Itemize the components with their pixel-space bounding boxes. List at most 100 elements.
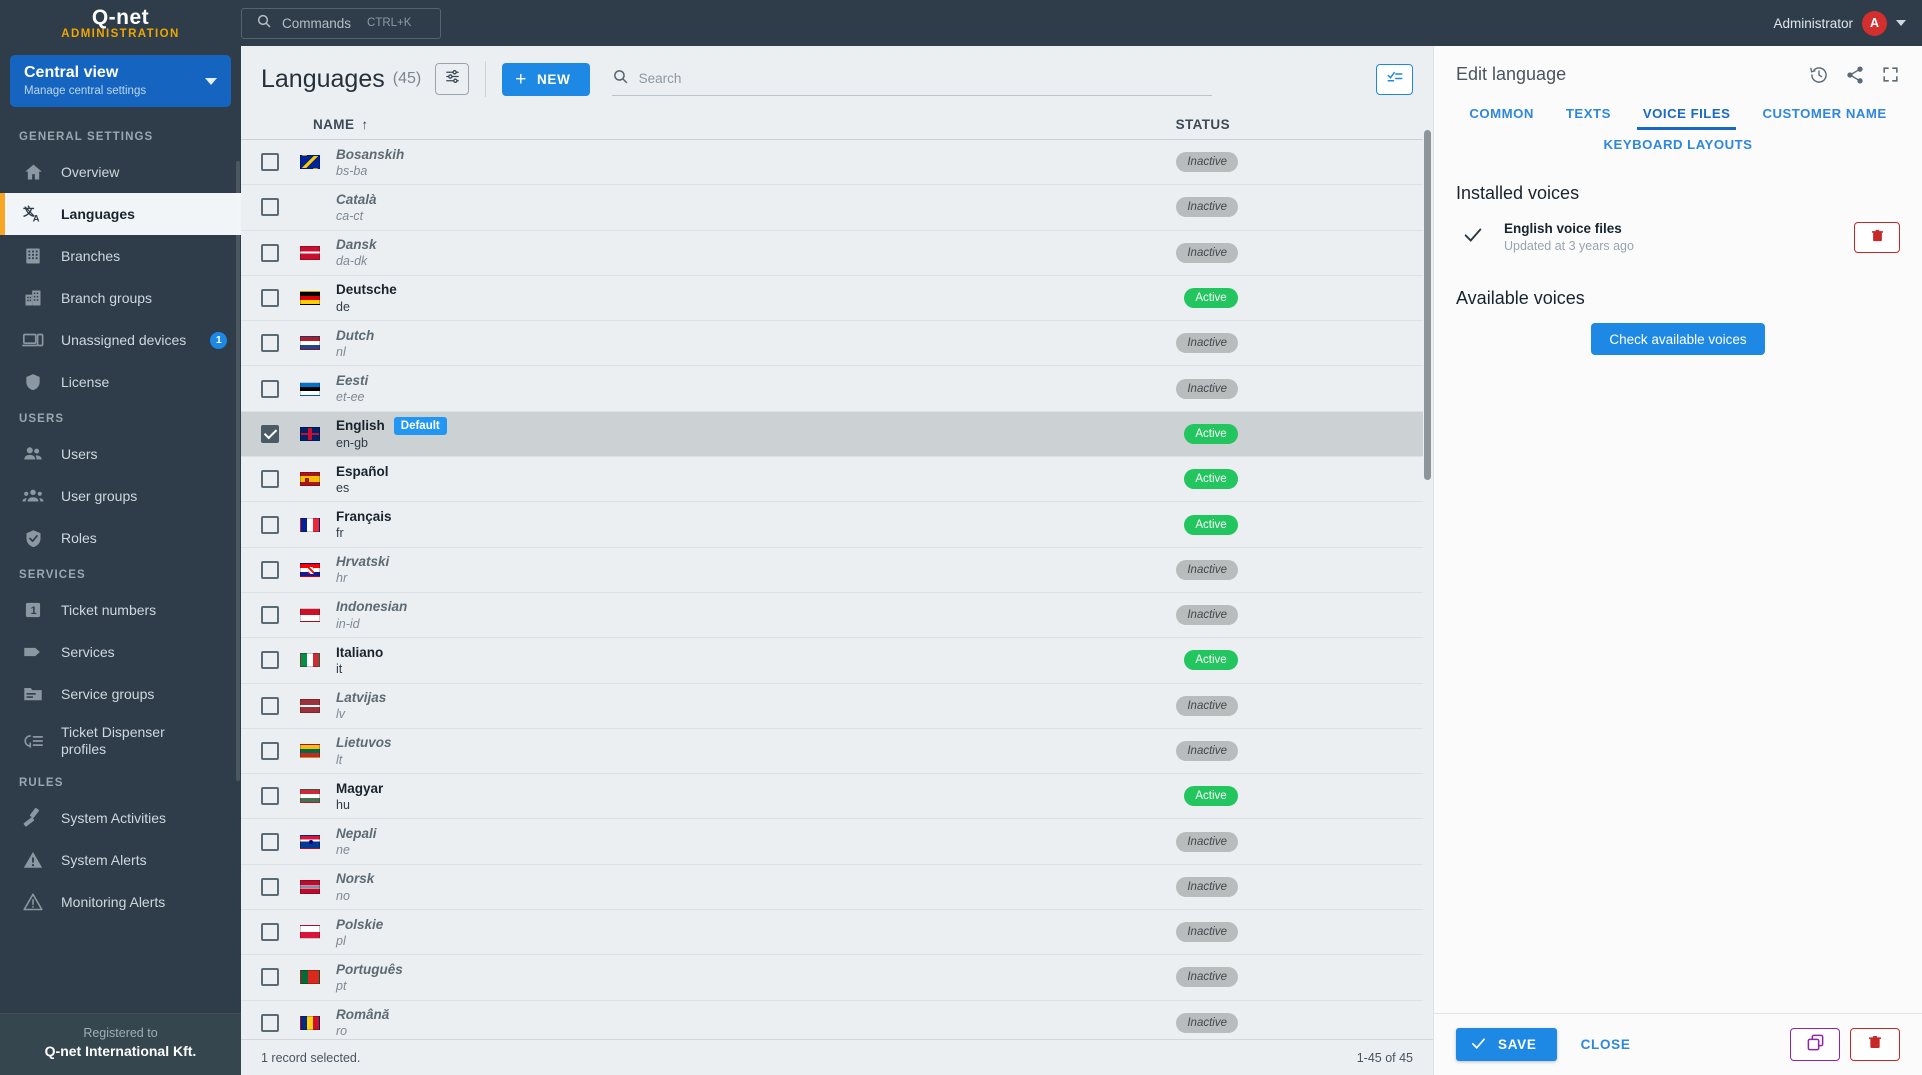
sidebar-item-services[interactable]: Services bbox=[0, 631, 241, 673]
row-checkbox[interactable] bbox=[261, 606, 279, 625]
search-input[interactable] bbox=[638, 71, 1212, 86]
row-checkbox[interactable] bbox=[261, 334, 279, 353]
table-row[interactable]: Latvijas lv Inactive bbox=[241, 684, 1423, 729]
row-checkbox[interactable] bbox=[261, 379, 279, 398]
flag-icon bbox=[300, 789, 320, 804]
row-checkbox[interactable] bbox=[261, 153, 279, 172]
sidebar-item-unassigned-devices[interactable]: Unassigned devices 1 bbox=[0, 319, 241, 361]
check-available-voices-button[interactable]: Check available voices bbox=[1591, 323, 1765, 356]
status-bar: 1 record selected. 1-45 of 45 bbox=[241, 1039, 1433, 1075]
user-menu[interactable]: Administrator A bbox=[1773, 10, 1922, 36]
delete-voice-button[interactable] bbox=[1854, 222, 1900, 254]
close-button[interactable]: CLOSE bbox=[1563, 1037, 1649, 1052]
panel-body: Installed voices English voice files Upd… bbox=[1434, 161, 1922, 1013]
sidebar-item-ticket-dispenser-profiles[interactable]: Ticket Dispenser profiles bbox=[0, 715, 241, 767]
table-row[interactable]: Polskie pl Inactive bbox=[241, 910, 1423, 956]
table-row[interactable]: Deutsche de Active bbox=[241, 276, 1423, 322]
row-checkbox[interactable] bbox=[261, 424, 279, 443]
table-row[interactable]: Dansk da-dk Inactive bbox=[241, 231, 1423, 276]
table-row[interactable]: Nepali ne Inactive bbox=[241, 819, 1423, 865]
row-checkbox[interactable] bbox=[261, 198, 279, 217]
table-row[interactable]: Bosanskih bs-ba Inactive bbox=[241, 140, 1423, 186]
status-cell: Active bbox=[1184, 288, 1238, 309]
row-checkbox[interactable] bbox=[261, 832, 279, 851]
table-row[interactable]: Italiano it Active bbox=[241, 638, 1423, 684]
brand-logo-text: Q-net bbox=[91, 6, 150, 30]
row-checkbox[interactable] bbox=[261, 968, 279, 987]
panel-footer: SAVE CLOSE bbox=[1434, 1013, 1922, 1075]
share-icon[interactable] bbox=[1845, 65, 1865, 85]
edit-language-panel: Edit language COMMON TEXTS VOICE FILES C… bbox=[1433, 46, 1922, 1075]
tab-common[interactable]: COMMON bbox=[1453, 99, 1550, 130]
language-name: Română bbox=[336, 1007, 390, 1023]
sidebar-item-system-activities[interactable]: System Activities bbox=[0, 797, 241, 839]
tab-voice-files[interactable]: VOICE FILES bbox=[1627, 99, 1747, 130]
duplicate-button[interactable] bbox=[1790, 1028, 1840, 1061]
status-cell: Active bbox=[1184, 423, 1238, 444]
tab-customer-name[interactable]: CUSTOMER NAME bbox=[1746, 99, 1902, 130]
sidebar-item-user-groups[interactable]: User groups bbox=[0, 475, 241, 517]
table-row[interactable]: Português pt Inactive bbox=[241, 955, 1423, 1001]
table-row[interactable]: Français fr Active bbox=[241, 502, 1423, 548]
trash-icon bbox=[1867, 1033, 1883, 1056]
checklist-icon bbox=[1385, 68, 1405, 91]
row-checkbox[interactable] bbox=[261, 696, 279, 715]
table-scrollbar-thumb[interactable] bbox=[1424, 130, 1431, 480]
row-checkbox[interactable] bbox=[261, 515, 279, 534]
sidebar-item-system-alerts[interactable]: System Alerts bbox=[0, 839, 241, 881]
table-row[interactable]: Norsk no Inactive bbox=[241, 865, 1423, 911]
sidebar-item-roles[interactable]: Roles bbox=[0, 517, 241, 559]
status-badge: Inactive bbox=[1176, 876, 1238, 897]
table-row[interactable]: Eesti et-ee Inactive bbox=[241, 366, 1423, 412]
table-row[interactable]: Català ca-ct Inactive bbox=[241, 185, 1423, 231]
sidebar-item-service-groups[interactable]: Service groups bbox=[0, 673, 241, 715]
table-row[interactable]: Indonesian in-id Inactive bbox=[241, 593, 1423, 639]
bulk-select-button[interactable] bbox=[1376, 63, 1413, 95]
column-header-status[interactable]: STATUS bbox=[1176, 117, 1230, 132]
sidebar-item-users[interactable]: Users bbox=[0, 433, 241, 475]
sidebar-item-branch-groups[interactable]: Branch groups bbox=[0, 277, 241, 319]
sidebar-item-ticket-numbers[interactable]: 1 Ticket numbers bbox=[0, 589, 241, 631]
search-box[interactable] bbox=[611, 62, 1212, 96]
delete-button[interactable] bbox=[1850, 1028, 1900, 1061]
table-row[interactable]: Hrvatski hr Inactive bbox=[241, 548, 1423, 593]
sidebar-item-branches[interactable]: Branches bbox=[0, 235, 241, 277]
table-row[interactable]: Español es Active bbox=[241, 457, 1423, 503]
new-button[interactable]: + NEW bbox=[502, 62, 590, 96]
table-row[interactable]: Română ro Inactive bbox=[241, 1001, 1423, 1039]
status-cell: Inactive bbox=[1176, 695, 1238, 716]
column-header-name[interactable]: NAME ↑ bbox=[313, 117, 369, 132]
sidebar-section-title: GENERAL SETTINGS bbox=[19, 131, 154, 143]
view-selector[interactable]: Central view Manage central settings bbox=[10, 55, 231, 107]
row-checkbox[interactable] bbox=[261, 877, 279, 896]
history-icon[interactable] bbox=[1809, 65, 1829, 85]
table-scrollbar[interactable] bbox=[1424, 108, 1431, 1039]
row-checkbox[interactable] bbox=[261, 787, 279, 806]
tab-keyboard-layouts[interactable]: KEYBOARD LAYOUTS bbox=[1588, 130, 1769, 161]
tab-texts[interactable]: TEXTS bbox=[1550, 99, 1627, 130]
save-button[interactable]: SAVE bbox=[1456, 1028, 1557, 1061]
column-settings-button[interactable] bbox=[435, 63, 470, 95]
row-checkbox[interactable] bbox=[261, 243, 279, 262]
language-code: es bbox=[336, 480, 350, 495]
row-checkbox[interactable] bbox=[261, 560, 279, 579]
table-row[interactable]: English Default en-gb Active bbox=[241, 411, 1423, 458]
sidebar-item-monitoring-alerts[interactable]: Monitoring Alerts bbox=[0, 881, 241, 923]
commands-search-box[interactable]: Commands CTRL+K bbox=[241, 7, 441, 39]
row-checkbox[interactable] bbox=[261, 289, 279, 308]
sidebar-footer: Registered to Q-net International Kft. bbox=[0, 1013, 241, 1075]
row-checkbox[interactable] bbox=[261, 470, 279, 489]
sidebar-item-license[interactable]: License bbox=[0, 361, 241, 403]
fullscreen-icon[interactable] bbox=[1881, 65, 1900, 84]
row-checkbox[interactable] bbox=[261, 742, 279, 760]
row-checkbox[interactable] bbox=[261, 923, 279, 942]
row-checkbox[interactable] bbox=[261, 651, 279, 670]
installed-voice-updated: Updated at 3 years ago bbox=[1504, 239, 1634, 254]
sidebar-item-languages[interactable]: 文 A Languages bbox=[0, 193, 241, 235]
table-row[interactable]: Lietuvos lt Inactive bbox=[241, 729, 1423, 775]
sidebar-item-overview[interactable]: Overview bbox=[0, 151, 241, 193]
row-checkbox[interactable] bbox=[261, 1013, 279, 1032]
alert-outline-icon bbox=[22, 891, 44, 913]
table-row[interactable]: Dutch nl Inactive bbox=[241, 321, 1423, 367]
table-row[interactable]: Magyar hu Active bbox=[241, 774, 1423, 820]
